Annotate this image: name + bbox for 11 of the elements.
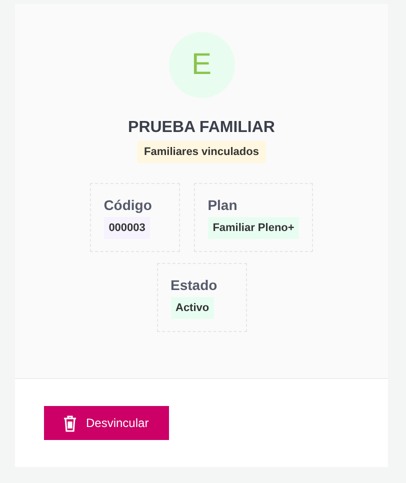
field-value: 000003 (104, 217, 150, 239)
field-value: Activo (170, 297, 214, 319)
field-value: Familiar Pleno+ (208, 217, 300, 239)
unlink-button[interactable]: Desvincular (44, 406, 169, 440)
member-name: PRUEBA FAMILIAR (128, 119, 275, 137)
field-label: Plan (208, 197, 238, 213)
field-label: Estado (170, 277, 218, 293)
field-label: Código (104, 197, 152, 213)
avatar: E (168, 32, 234, 98)
member-tag: Familiares vinculados (137, 141, 266, 163)
trash-icon (63, 414, 77, 432)
